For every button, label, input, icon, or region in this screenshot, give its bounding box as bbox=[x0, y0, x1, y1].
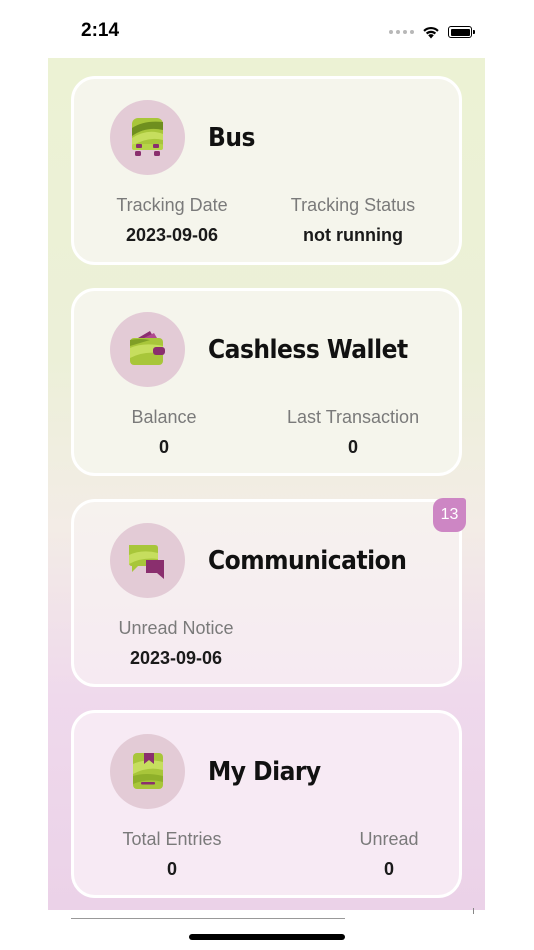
balance-field: Balance 0 bbox=[108, 407, 220, 458]
my-diary-card[interactable]: My Diary Total Entries 0 Unread 0 bbox=[71, 710, 462, 898]
battery-icon bbox=[448, 26, 475, 38]
wifi-icon bbox=[423, 26, 439, 39]
unread-notice-field: Unread Notice 2023-09-06 bbox=[116, 618, 236, 669]
bus-title: Bus bbox=[208, 123, 255, 153]
total-entries-label: Total Entries bbox=[122, 829, 222, 849]
total-entries-field: Total Entries 0 bbox=[116, 829, 228, 880]
unread-notice-label: Unread Notice bbox=[118, 618, 234, 638]
balance-value: 0 bbox=[158, 437, 169, 457]
unread-value: 0 bbox=[383, 859, 394, 879]
tracking-status-field: Tracking Status not running bbox=[287, 195, 419, 246]
status-icons bbox=[389, 22, 475, 42]
cashless-wallet-card[interactable]: Cashless Wallet Balance 0 Last Transacti… bbox=[71, 288, 462, 476]
diary-icon bbox=[133, 753, 163, 789]
tracking-status-value: not running bbox=[303, 225, 403, 245]
unread-field: Unread 0 bbox=[359, 829, 419, 880]
diary-icon-circle bbox=[110, 734, 185, 809]
home-indicator[interactable] bbox=[189, 934, 345, 940]
chat-icon-circle bbox=[110, 523, 185, 598]
wallet-title: Cashless Wallet bbox=[208, 335, 408, 365]
status-time: 2:14 bbox=[81, 20, 120, 41]
tracking-status-label: Tracking Status bbox=[290, 195, 416, 215]
last-transaction-label: Last Transaction bbox=[287, 407, 420, 427]
tracking-date-value: 2023-09-06 bbox=[125, 225, 219, 245]
last-transaction-value: 0 bbox=[347, 437, 358, 457]
last-transaction-field: Last Transaction 0 bbox=[287, 407, 419, 458]
tracking-date-field: Tracking Date 2023-09-06 bbox=[116, 195, 228, 246]
chat-icon bbox=[129, 545, 164, 579]
communication-card[interactable]: Communication Unread Notice 2023-09-06 bbox=[71, 499, 462, 687]
bus-icon-circle bbox=[110, 100, 185, 175]
total-entries-value: 0 bbox=[166, 859, 177, 879]
tracking-date-label: Tracking Date bbox=[116, 195, 228, 215]
communication-title: Communication bbox=[208, 546, 407, 576]
balance-label: Balance bbox=[131, 407, 197, 427]
unread-notice-value: 2023-09-06 bbox=[129, 648, 223, 668]
diary-title: My Diary bbox=[208, 757, 321, 787]
wallet-icon-circle bbox=[110, 312, 185, 387]
status-bar: 2:14 bbox=[0, 0, 534, 58]
unread-label: Unread bbox=[359, 829, 419, 849]
unread-count-badge: 13 bbox=[433, 498, 466, 532]
bus-icon bbox=[132, 118, 163, 156]
wallet-icon bbox=[130, 331, 165, 365]
bus-card[interactable]: Bus Tracking Date 2023-09-06 Tracking St… bbox=[71, 76, 462, 265]
scroll-tick bbox=[473, 908, 474, 914]
bottom-divider bbox=[71, 918, 345, 919]
cellular-signal-icon bbox=[389, 30, 414, 34]
